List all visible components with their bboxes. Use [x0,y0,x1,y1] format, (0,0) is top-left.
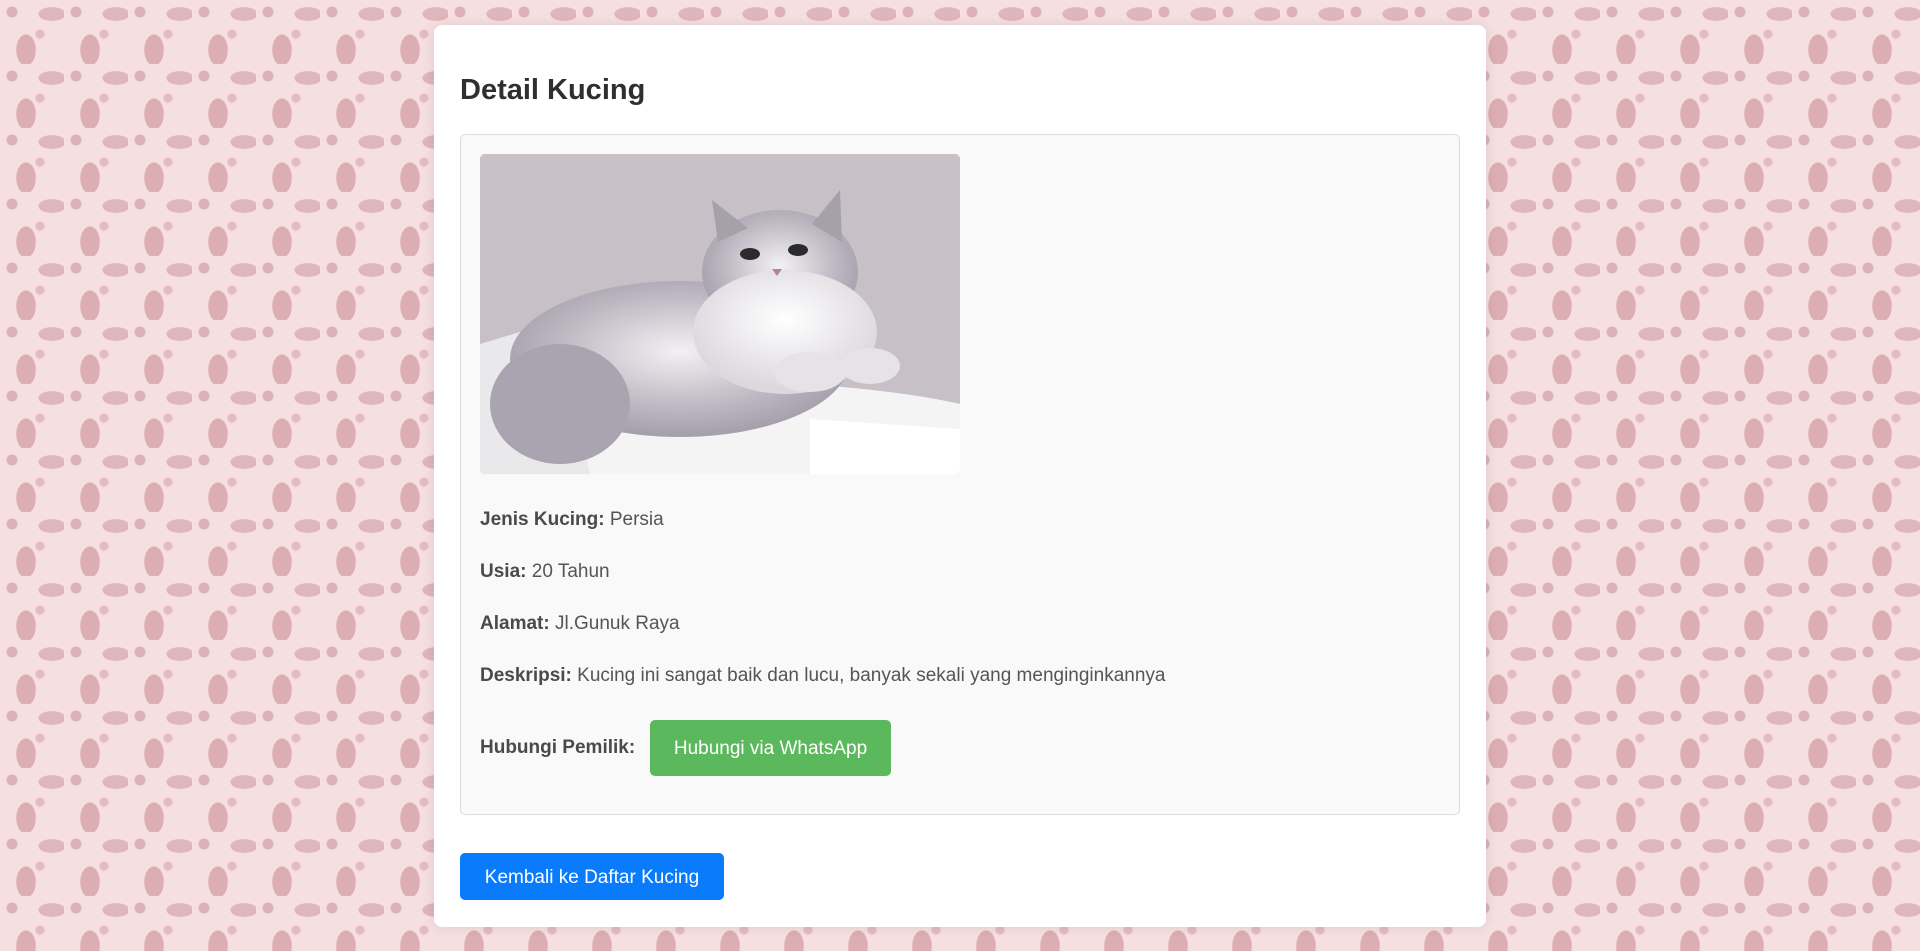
description-label: Deskripsi: [480,665,572,686]
description-value: Kucing ini sangat baik dan lucu, banyak … [577,665,1166,686]
cat-illustration [480,154,960,474]
page-title: Detail Kucing [460,74,646,106]
detail-card: Detail Kucing Jenis Kucing: Persia Usia:… [434,25,1486,927]
cat-photo [480,154,960,474]
contact-line: Hubungi Pemilik: [480,737,635,759]
breed-value: Persia [609,509,664,530]
whatsapp-contact-button[interactable]: Hubungi via WhatsApp [650,720,891,776]
contact-label: Hubungi Pemilik: [480,737,636,758]
breed-line: Jenis Kucing: Persia [480,509,664,531]
age-label: Usia: [480,561,527,582]
address-value: Jl.Gunuk Raya [554,613,680,634]
address-label: Alamat: [480,613,550,634]
description-line: Deskripsi: Kucing ini sangat baik dan lu… [480,665,1166,687]
address-line: Alamat: Jl.Gunuk Raya [480,613,680,635]
breed-label: Jenis Kucing: [480,509,605,530]
back-to-list-button[interactable]: Kembali ke Daftar Kucing [460,853,724,900]
cat-detail-panel: Jenis Kucing: Persia Usia: 20 Tahun Alam… [460,134,1460,815]
age-value: 20 Tahun [531,561,610,582]
age-line: Usia: 20 Tahun [480,561,610,583]
